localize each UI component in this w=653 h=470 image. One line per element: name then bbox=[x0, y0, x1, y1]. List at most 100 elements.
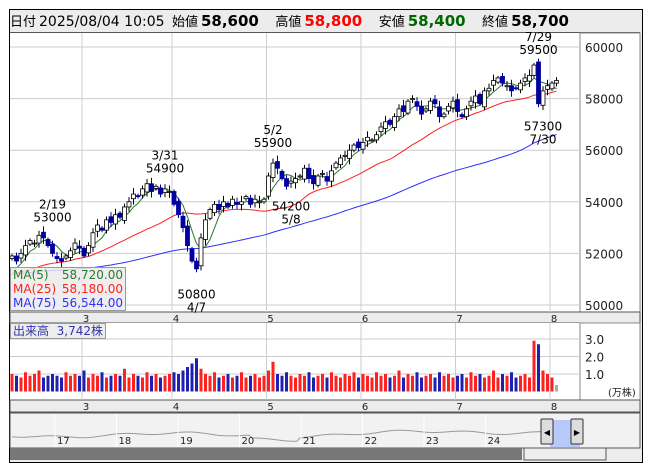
scrollbar-thumb[interactable] bbox=[523, 447, 607, 461]
candle bbox=[473, 95, 478, 104]
candle bbox=[248, 197, 253, 205]
volume-bar bbox=[222, 375, 225, 392]
candle bbox=[108, 216, 114, 223]
volume-bar bbox=[159, 377, 162, 392]
navigator-left-arrow-icon: ◀ bbox=[544, 428, 551, 437]
candle bbox=[176, 200, 181, 216]
volume-bar bbox=[483, 377, 486, 392]
candle bbox=[270, 162, 276, 178]
volume-bar bbox=[154, 374, 158, 392]
month-tick-label: 7 bbox=[456, 314, 462, 325]
ma-legend: MA(5) 58,720.00 MA(25) 58,180.00 MA(75) 56,… bbox=[10, 267, 126, 311]
volume-bar bbox=[15, 375, 18, 392]
volume-bar bbox=[276, 374, 279, 392]
volume-bar bbox=[438, 372, 441, 392]
candle bbox=[261, 198, 267, 203]
volume-bar bbox=[226, 374, 230, 392]
volume-bar bbox=[114, 374, 117, 392]
candle bbox=[491, 80, 496, 86]
candle bbox=[216, 203, 222, 210]
price-axis bbox=[579, 32, 641, 313]
volume-bar bbox=[91, 374, 95, 392]
candle bbox=[437, 106, 442, 118]
navigator-year-label: 17 bbox=[57, 436, 70, 447]
annotation-price: 54200 bbox=[272, 200, 310, 214]
candle bbox=[531, 64, 537, 76]
volume-bar bbox=[366, 375, 369, 392]
volume-bar bbox=[24, 372, 27, 392]
candle bbox=[495, 77, 501, 83]
volume-bar bbox=[330, 372, 333, 392]
candle bbox=[86, 245, 91, 254]
ma5-value: 58,720.00 bbox=[61, 268, 123, 282]
volume-bar bbox=[465, 377, 468, 392]
candle bbox=[405, 100, 411, 114]
ma5-row: MA(5) 58,720.00 bbox=[11, 268, 125, 282]
volume-bar bbox=[519, 375, 522, 392]
volume-bar bbox=[271, 361, 275, 392]
month-tick-label: 5 bbox=[267, 402, 273, 413]
candle bbox=[441, 113, 447, 118]
month-tick-label: 8 bbox=[551, 402, 557, 413]
candle bbox=[126, 201, 132, 208]
candle bbox=[482, 90, 487, 108]
navigator-year-label: 21 bbox=[303, 436, 316, 447]
candle bbox=[306, 167, 312, 179]
annotation-price: 54900 bbox=[146, 162, 184, 176]
volume-bar bbox=[420, 377, 423, 392]
candle bbox=[464, 108, 469, 118]
candle bbox=[504, 85, 510, 88]
navigator-year-label: 19 bbox=[180, 436, 193, 447]
volume-bar bbox=[289, 375, 293, 392]
volume-bar bbox=[262, 375, 266, 392]
candle bbox=[41, 231, 46, 239]
candle bbox=[45, 239, 51, 247]
annotation-date: 4/7 bbox=[187, 300, 206, 314]
volume-bar bbox=[492, 370, 495, 392]
candle bbox=[104, 219, 109, 231]
candle bbox=[338, 157, 343, 166]
annotation-price: 55900 bbox=[254, 136, 292, 150]
candle bbox=[459, 114, 465, 118]
candle bbox=[59, 258, 64, 262]
volume-bar bbox=[402, 377, 405, 392]
volume-bar bbox=[150, 375, 153, 392]
candle bbox=[180, 215, 186, 229]
candle bbox=[144, 183, 150, 193]
ma25-row: MA(25) 58,180.00 bbox=[11, 282, 125, 296]
volume-bar bbox=[433, 377, 437, 392]
volume-bar bbox=[451, 377, 455, 392]
volume-bar bbox=[357, 377, 360, 392]
candle bbox=[135, 195, 141, 198]
annotation-date: 7/30 bbox=[530, 133, 557, 147]
volume-bar bbox=[217, 377, 221, 392]
volume-bar bbox=[325, 377, 329, 392]
candle bbox=[356, 141, 361, 149]
candle bbox=[351, 144, 357, 151]
volume-bar bbox=[69, 375, 72, 392]
candle bbox=[540, 90, 546, 106]
volume-bar bbox=[375, 372, 378, 392]
navigator-year-label: 20 bbox=[242, 436, 255, 447]
month-tick-label: 6 bbox=[362, 402, 368, 413]
candle bbox=[423, 108, 429, 112]
candle bbox=[410, 98, 415, 101]
candle bbox=[194, 260, 199, 270]
candle bbox=[50, 243, 55, 254]
annotation-price: 59500 bbox=[519, 43, 557, 57]
volume-bar bbox=[316, 375, 320, 392]
volume-label: 出来高 bbox=[13, 324, 50, 338]
annotation-date: 5/2 bbox=[263, 123, 282, 137]
price-tick-label: 52000 bbox=[585, 247, 623, 261]
volume-legend: 出来高 3,742株 bbox=[10, 323, 107, 339]
volume-bar bbox=[388, 377, 392, 392]
chart-svg[interactable]: 50000 52000 54000 56000 58000 60000 1.0 2.0 3.0 (… bbox=[0, 0, 653, 470]
volume-bar bbox=[145, 372, 149, 392]
candle bbox=[81, 247, 87, 257]
volume-bar bbox=[406, 374, 410, 392]
volume-bar bbox=[190, 363, 194, 392]
volume-bar bbox=[163, 375, 167, 392]
volume-bar bbox=[235, 375, 239, 392]
candle bbox=[536, 61, 541, 105]
candle bbox=[198, 237, 204, 267]
